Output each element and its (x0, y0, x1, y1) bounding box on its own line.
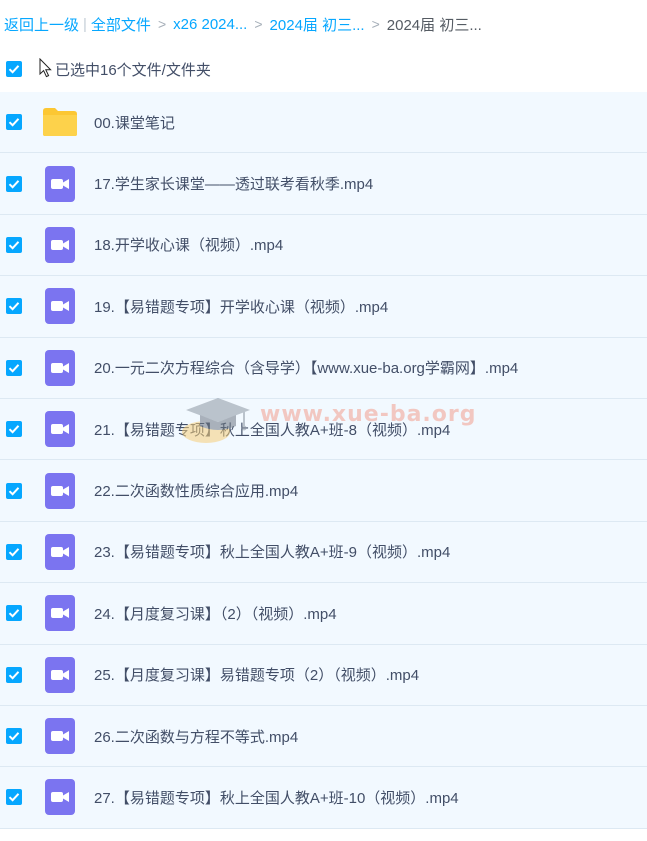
file-name[interactable]: 17.学生家长课堂——透过联考看秋季.mp4 (94, 173, 373, 194)
video-file-icon (42, 165, 78, 202)
file-row[interactable]: 17.学生家长课堂——透过联考看秋季.mp4 (0, 153, 647, 215)
folder-icon (42, 104, 78, 140)
file-name[interactable]: 25.【月度复习课】易错题专项（2）（视频）.mp4 (94, 664, 419, 685)
file-checkbox[interactable] (6, 236, 22, 253)
check-icon (8, 302, 20, 311)
file-name[interactable]: 19.【易错题专项】开学收心课（视频）.mp4 (94, 296, 388, 317)
file-checkbox[interactable] (6, 728, 22, 745)
check-icon (8, 670, 20, 680)
file-name[interactable]: 23.【易错题专项】秋上全国人教A+班-9（视频）.mp4 (94, 541, 450, 562)
chevron-right-icon: > (371, 16, 380, 32)
file-checkbox[interactable] (6, 543, 22, 560)
video-file-icon (42, 718, 78, 755)
file-row[interactable]: 00.课堂笔记 (0, 92, 647, 154)
selection-count-label: 已选中16个文件/文件夹 (55, 61, 211, 79)
check-icon (8, 118, 20, 127)
file-checkbox[interactable] (6, 789, 22, 806)
file-checkbox[interactable] (6, 298, 22, 315)
select-all-row: 已选中16个文件/文件夹 (0, 55, 647, 83)
check-icon (8, 425, 20, 434)
file-row[interactable]: 20.一元二次方程综合（含导学）【www.xue-ba.org学霸网】.mp4 (0, 337, 647, 399)
chevron-right-icon: > (157, 16, 167, 32)
file-checkbox[interactable] (6, 482, 22, 499)
video-file-icon (42, 349, 78, 386)
select-all-checkbox[interactable] (6, 61, 22, 77)
video-file-icon (42, 533, 78, 570)
video-file-icon (42, 226, 78, 263)
check-icon (8, 241, 20, 250)
file-checkbox[interactable] (6, 114, 22, 131)
file-row[interactable]: 22.二次函数性质综合应用.mp4 (0, 460, 647, 522)
file-name[interactable]: 00.课堂笔记 (94, 112, 175, 133)
breadcrumb-current: 2024届 初三... (386, 16, 482, 34)
file-name[interactable]: 24.【月度复习课】（2）（视频）.mp4 (94, 603, 337, 624)
check-icon (8, 609, 20, 618)
back-link[interactable]: 返回上一级 (4, 14, 79, 35)
check-icon (8, 732, 20, 741)
video-file-icon (42, 779, 78, 816)
check-icon (8, 363, 20, 373)
check-icon (8, 793, 20, 803)
check-icon (8, 65, 20, 74)
video-file-icon (42, 656, 78, 693)
breadcrumb-divider: | (83, 15, 87, 33)
breadcrumb-crumb[interactable]: 2024届 初三... (270, 14, 365, 35)
file-name[interactable]: 20.一元二次方程综合（含导学）【www.xue-ba.org学霸网】.mp4 (94, 357, 518, 378)
file-checkbox[interactable] (6, 175, 22, 192)
breadcrumb: 返回上一级 | 全部文件 > x26 2024... > 2024届 初三...… (4, 13, 482, 35)
file-row[interactable]: 21.【易错题专项】秋上全国人教A+班-8（视频）.mp4 (0, 398, 647, 461)
chevron-right-icon: > (254, 16, 263, 32)
file-row[interactable]: 19.【易错题专项】开学收心课（视频）.mp4 (0, 276, 647, 338)
file-list: 00.课堂笔记 17.学生家长课堂——透过联考看秋季.mp4 18.开学收心课（视频… (0, 92, 647, 829)
file-checkbox[interactable] (6, 359, 22, 376)
breadcrumb-root[interactable]: 全部文件 (91, 14, 151, 35)
mouse-cursor-icon (39, 58, 52, 78)
check-icon (8, 179, 20, 189)
file-row[interactable]: 24.【月度复习课】（2）（视频）.mp4 (0, 583, 647, 645)
file-name[interactable]: 22.二次函数性质综合应用.mp4 (94, 480, 298, 501)
check-icon (8, 548, 20, 557)
file-browser: 返回上一级 | 全部文件 > x26 2024... > 2024届 初三...… (0, 0, 647, 841)
video-file-icon (42, 472, 78, 509)
file-row[interactable]: 26.二次函数与方程不等式.mp4 (0, 705, 647, 768)
file-row[interactable]: 18.开学收心课（视频）.mp4 (0, 214, 647, 277)
check-icon (8, 486, 20, 496)
video-file-icon (42, 411, 78, 448)
file-name[interactable]: 27.【易错题专项】秋上全国人教A+班-10（视频）.mp4 (94, 787, 459, 808)
video-file-icon (42, 288, 78, 325)
video-file-icon (42, 595, 78, 632)
file-name[interactable]: 26.二次函数与方程不等式.mp4 (94, 726, 298, 747)
breadcrumb-crumb[interactable]: x26 2024... (173, 16, 247, 33)
file-row[interactable]: 25.【月度复习课】易错题专项（2）（视频）.mp4 (0, 644, 647, 706)
file-checkbox[interactable] (6, 666, 22, 683)
file-row[interactable]: 23.【易错题专项】秋上全国人教A+班-9（视频）.mp4 (0, 521, 647, 584)
file-row[interactable]: 27.【易错题专项】秋上全国人教A+班-10（视频）.mp4 (0, 767, 647, 829)
file-checkbox[interactable] (6, 605, 22, 622)
file-name[interactable]: 21.【易错题专项】秋上全国人教A+班-8（视频）.mp4 (94, 419, 450, 440)
file-checkbox[interactable] (6, 421, 22, 438)
file-name[interactable]: 18.开学收心课（视频）.mp4 (94, 234, 283, 255)
